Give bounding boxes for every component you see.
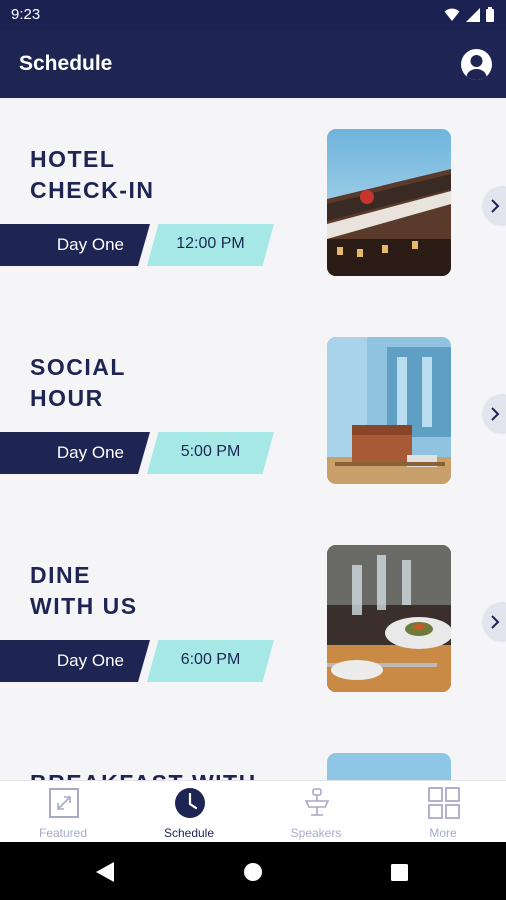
event-detail-button[interactable] — [482, 394, 506, 434]
page-title: Schedule — [19, 52, 113, 75]
battery-icon — [486, 7, 494, 22]
profile-button[interactable] — [461, 49, 492, 80]
tab-label: Speakers — [290, 826, 342, 840]
breakfast-photo — [327, 753, 451, 780]
recents-icon[interactable] — [391, 864, 408, 881]
app-bar: Schedule — [0, 30, 506, 98]
grid-icon — [428, 787, 460, 819]
hotel-building-photo — [327, 129, 451, 276]
event-title: BREAKFAST WITH — [30, 768, 290, 780]
chevron-right-icon — [491, 615, 500, 629]
signal-icon — [466, 7, 480, 22]
event-card[interactable]: BREAKFAST WITH — [0, 722, 506, 780]
home-icon[interactable] — [244, 863, 262, 881]
speakers-icon — [304, 788, 330, 816]
status-time: 9:23 — [11, 6, 41, 23]
chevron-right-icon — [491, 199, 500, 213]
event-card[interactable]: HOTEL CHECK-IN Day One 12:00 PM — [0, 98, 506, 306]
event-detail-button[interactable] — [482, 186, 506, 226]
featured-icon — [49, 788, 79, 818]
wifi-icon — [444, 8, 460, 21]
event-card[interactable]: DINE WITH US Day One 6:00 PM — [0, 514, 506, 722]
time-tag: 12:00 PM — [147, 224, 274, 266]
dinner-table-photo — [327, 545, 451, 692]
tab-label: More — [429, 826, 457, 840]
status-icons — [444, 7, 494, 22]
clock-icon — [175, 788, 205, 818]
time-label: 5:00 PM — [180, 443, 241, 460]
event-title: HOTEL CHECK-IN — [30, 146, 155, 203]
lounge-photo — [327, 337, 451, 484]
chevron-right-icon — [491, 407, 500, 421]
time-tag: 6:00 PM — [147, 640, 274, 682]
tab-label: Schedule — [163, 826, 215, 840]
day-label: Day One — [56, 651, 124, 670]
tab-schedule[interactable]: Schedule — [126, 781, 252, 843]
event-title: DINE WITH US — [30, 562, 138, 619]
tab-more[interactable]: More — [380, 781, 506, 843]
profile-icon — [466, 55, 487, 80]
day-tag: Day One — [0, 224, 150, 266]
system-nav-bar — [0, 842, 506, 900]
event-title: SOCIAL HOUR — [30, 354, 126, 411]
time-label: 6:00 PM — [180, 651, 241, 668]
back-icon[interactable] — [96, 862, 114, 882]
schedule-list[interactable]: HOTEL CHECK-IN Day One 12:00 PM SOCIAL H… — [0, 98, 506, 780]
day-label: Day One — [56, 443, 124, 462]
tab-label: Featured — [38, 826, 88, 840]
time-tag: 5:00 PM — [147, 432, 274, 474]
status-bar: 9:23 — [0, 0, 506, 30]
day-tag: Day One — [0, 640, 150, 682]
day-tag: Day One — [0, 432, 150, 474]
event-card[interactable]: SOCIAL HOUR Day One 5:00 PM — [0, 306, 506, 514]
day-label: Day One — [56, 235, 124, 254]
bottom-tab-bar: Featured Schedule Speakers More — [0, 780, 506, 842]
tab-featured[interactable]: Featured — [0, 781, 126, 843]
event-detail-button[interactable] — [482, 602, 506, 642]
tab-speakers[interactable]: Speakers — [253, 781, 379, 843]
time-label: 12:00 PM — [176, 235, 245, 252]
